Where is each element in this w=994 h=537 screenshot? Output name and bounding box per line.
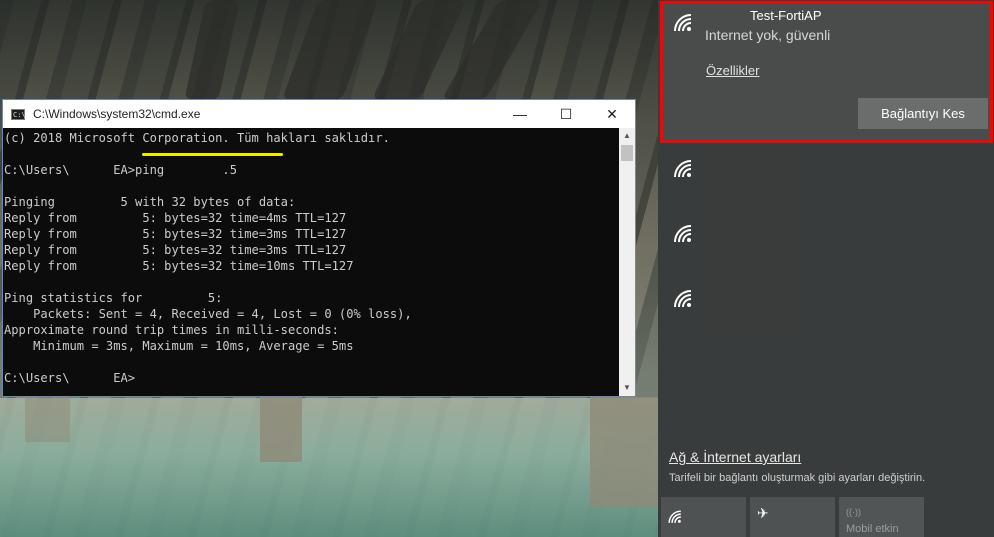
cmd-output[interactable]: (c) 2018 Microsoft Corporation. Tüm hakl…	[3, 128, 619, 396]
wallpaper-pillar	[260, 397, 302, 462]
cmd-line: (c) 2018 Microsoft Corporation. Tüm hakl…	[4, 131, 390, 145]
wifi-icon	[672, 158, 694, 180]
quick-action-mobile-hotspot[interactable]: ((·)) Mobil etkin	[839, 497, 924, 537]
window-controls: — ☐ ✕	[497, 100, 635, 128]
wallpaper-pillar	[25, 397, 70, 442]
wifi-icon	[667, 509, 683, 525]
cmd-line: Reply from 5: bytes=32 time=3ms TTL=127	[4, 227, 347, 241]
network-settings-link[interactable]: Ağ & İnternet ayarları	[669, 449, 801, 465]
wallpaper-floor	[0, 398, 658, 537]
cmd-scrollbar[interactable]: ▲ ▼	[619, 128, 635, 396]
quick-action-label: Mobil etkin	[846, 523, 899, 535]
maximize-button[interactable]: ☐	[543, 100, 589, 128]
cmd-line	[4, 146, 619, 162]
network-list-item[interactable]	[662, 280, 702, 325]
cmd-app-icon[interactable]: C:\	[11, 108, 26, 120]
cmd-line: Approximate round trip times in milli-se…	[4, 323, 339, 337]
cmd-line: Reply from 5: bytes=32 time=4ms TTL=127	[4, 211, 347, 225]
cmd-titlebar[interactable]: C:\ C:\Windows\system32\cmd.exe — ☐ ✕	[3, 100, 635, 128]
wifi-icon	[672, 288, 694, 310]
cmd-line: C:\Users\ EA>ping .5	[4, 163, 237, 177]
properties-link[interactable]: Özellikler	[706, 63, 759, 78]
cmd-line	[4, 354, 619, 370]
cmd-line	[4, 178, 619, 194]
scroll-down-arrow-icon[interactable]: ▼	[619, 380, 635, 396]
network-status: Internet yok, güvenli	[705, 27, 831, 43]
wallpaper-pillar	[590, 397, 658, 507]
ping-command-underline	[142, 153, 283, 156]
cmd-line: Minimum = 3ms, Maximum = 10ms, Average =…	[4, 339, 354, 353]
cmd-line: Reply from 5: bytes=32 time=3ms TTL=127	[4, 243, 347, 257]
wifi-icon	[672, 223, 694, 245]
quick-action-airplane-mode[interactable]: ✈	[750, 497, 835, 537]
scrollbar-thumb[interactable]	[621, 145, 633, 161]
airplane-icon: ✈	[757, 505, 769, 521]
minimize-button[interactable]: —	[497, 100, 543, 128]
cmd-line: Reply from 5: bytes=32 time=10ms TTL=127	[4, 259, 354, 273]
network-list-item[interactable]	[662, 150, 702, 195]
quick-action-wifi[interactable]	[661, 497, 746, 537]
network-settings-description: Tarifeli bir bağlantı oluşturmak gibi ay…	[669, 472, 926, 484]
close-button[interactable]: ✕	[589, 100, 635, 128]
network-ssid: Test-FortiAP	[750, 8, 822, 23]
disconnect-button[interactable]: Bağlantıyı Kes	[858, 98, 988, 129]
cmd-line: Pinging 5 with 32 bytes of data:	[4, 195, 296, 209]
cmd-line: Ping statistics for 5:	[4, 291, 223, 305]
scroll-up-arrow-icon[interactable]: ▲	[619, 128, 635, 144]
network-list-item[interactable]	[662, 215, 702, 260]
redacted-network-names	[702, 150, 798, 328]
mobile-hotspot-icon: ((·))	[846, 507, 861, 517]
cmd-line	[4, 274, 619, 290]
cmd-window[interactable]: C:\ C:\Windows\system32\cmd.exe — ☐ ✕ (c…	[2, 99, 636, 397]
cmd-line: C:\Users\ EA>	[4, 371, 136, 385]
cmd-window-title: C:\Windows\system32\cmd.exe	[33, 107, 201, 121]
cmd-line: Packets: Sent = 4, Received = 4, Lost = …	[4, 307, 412, 321]
wifi-icon	[672, 12, 694, 34]
